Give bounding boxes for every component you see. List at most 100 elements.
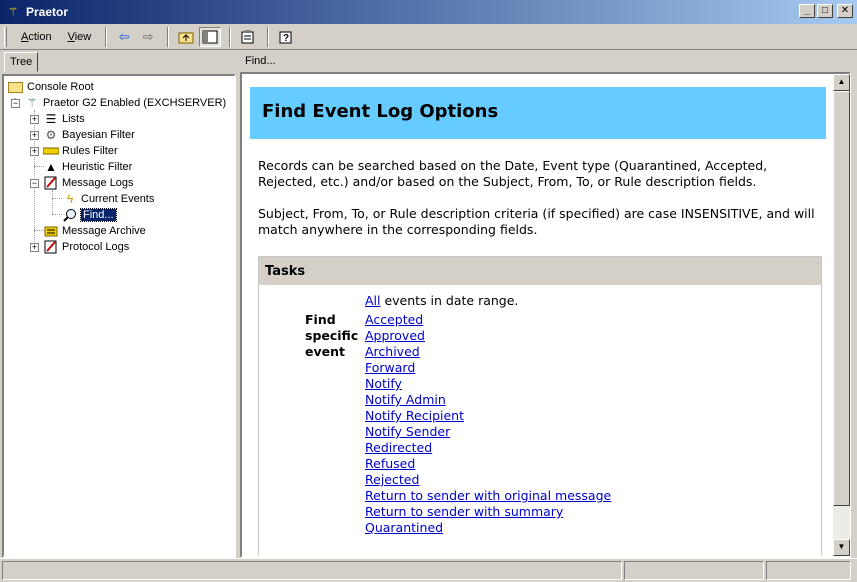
expand-icon[interactable]: + bbox=[30, 115, 39, 124]
scroll-thumb[interactable] bbox=[833, 91, 850, 506]
tree-item-rules-filter[interactable]: Rules Filter bbox=[43, 143, 118, 159]
status-cell bbox=[2, 561, 622, 580]
praetor-icon: ⚚ bbox=[26, 96, 38, 110]
tree-pane[interactable]: Console Root − ⚚ Praetor G2 Enabled (EXC… bbox=[2, 74, 236, 558]
toolbar-separator bbox=[167, 26, 170, 47]
window-title: Praetor bbox=[26, 5, 69, 19]
list-item: Notify Recipient bbox=[365, 408, 611, 424]
logs-icon bbox=[43, 176, 59, 190]
list-item: Quarantined bbox=[365, 520, 611, 536]
tree-item-label: Find... bbox=[80, 208, 117, 222]
tree-item-label: Message Logs bbox=[62, 177, 134, 189]
up-folder-icon[interactable] bbox=[175, 27, 197, 47]
menu-action[interactable]: Action bbox=[13, 28, 60, 46]
tree-line bbox=[52, 214, 62, 215]
content-pane: Find Event Log Options Records can be se… bbox=[240, 72, 851, 558]
show-hide-tree-icon[interactable] bbox=[199, 26, 222, 47]
list-item: Rejected bbox=[365, 472, 611, 488]
toolbar-separator bbox=[105, 26, 108, 47]
expand-icon[interactable]: + bbox=[30, 243, 39, 252]
status-bar bbox=[0, 558, 857, 582]
event-link-notify[interactable]: Notify bbox=[365, 376, 402, 391]
event-link-approved[interactable]: Approved bbox=[365, 328, 425, 343]
tree-item-label: Console Root bbox=[27, 81, 94, 93]
page-title: Find Event Log Options bbox=[262, 101, 499, 122]
all-events-link[interactable]: All bbox=[365, 293, 381, 308]
tree-item-bayesian-filter[interactable]: ⚙ Bayesian Filter bbox=[43, 127, 135, 143]
scroll-down-icon[interactable]: ▼ bbox=[833, 539, 850, 556]
tree-item-message-logs[interactable]: Message Logs bbox=[43, 175, 134, 191]
left-tabbar: Tree bbox=[0, 50, 236, 72]
event-link-refused[interactable]: Refused bbox=[365, 456, 415, 471]
event-link-notify-recipient[interactable]: Notify Recipient bbox=[365, 408, 464, 423]
event-link-rejected[interactable]: Rejected bbox=[365, 472, 419, 487]
folder-icon bbox=[8, 81, 23, 93]
description-paragraph-2: Subject, From, To, or Rule description c… bbox=[258, 206, 815, 237]
forward-arrow-icon[interactable]: ⇨ bbox=[137, 27, 159, 47]
collapse-icon[interactable]: − bbox=[30, 179, 39, 188]
event-link-notify-sender[interactable]: Notify Sender bbox=[365, 424, 450, 439]
tree-item-console-root[interactable]: Console Root bbox=[8, 79, 94, 95]
menu-view[interactable]: View bbox=[60, 28, 100, 46]
event-link-quarantined[interactable]: Quarantined bbox=[365, 520, 443, 535]
list-item: Archived bbox=[365, 344, 611, 360]
list-item: Forward bbox=[365, 360, 611, 376]
archive-icon bbox=[43, 224, 59, 238]
event-link-notify-admin[interactable]: Notify Admin bbox=[365, 392, 446, 407]
tree-item-heuristic-filter[interactable]: ▲ Heuristic Filter bbox=[43, 159, 132, 175]
vertical-scrollbar[interactable]: ▲ ▼ bbox=[833, 74, 850, 556]
heuristic-icon: ▲ bbox=[45, 160, 57, 174]
tree-item-label: Bayesian Filter bbox=[62, 129, 135, 141]
tree-item-label: Praetor G2 Enabled (EXCHSERVER) bbox=[43, 97, 227, 109]
expand-icon[interactable]: + bbox=[30, 147, 39, 156]
tree-item-label: Message Archive bbox=[62, 225, 146, 237]
close-button[interactable]: ✕ bbox=[837, 4, 853, 18]
back-arrow-icon[interactable]: ⇦ bbox=[113, 27, 135, 47]
properties-icon[interactable] bbox=[237, 27, 259, 47]
event-link-return-original[interactable]: Return to sender with original message bbox=[365, 488, 611, 503]
all-events-suffix: events in date range. bbox=[380, 293, 519, 308]
description-paragraph-1: Records can be searched based on the Dat… bbox=[258, 158, 768, 189]
tree-item-label: Lists bbox=[62, 113, 85, 125]
toolbar: Action View ⇦ ⇨ ? bbox=[0, 24, 857, 50]
all-events-line: All events in date range. bbox=[365, 293, 518, 308]
list-item: Redirected bbox=[365, 440, 611, 456]
scroll-up-icon[interactable]: ▲ bbox=[833, 74, 850, 91]
list-item: Return to sender with summary bbox=[365, 504, 611, 520]
toolbar-separator bbox=[267, 26, 270, 47]
tree-item-label: Current Events bbox=[81, 193, 155, 205]
tree-line bbox=[52, 198, 62, 199]
list-item: Refused bbox=[365, 456, 611, 472]
help-icon[interactable]: ? bbox=[275, 27, 297, 47]
minimize-button[interactable]: _ bbox=[799, 4, 815, 18]
praetor-app-icon: ⚚ bbox=[7, 5, 19, 19]
lightning-icon: ϟ bbox=[66, 192, 74, 206]
expand-icon[interactable]: + bbox=[30, 131, 39, 140]
tree-item-find[interactable]: Find... bbox=[62, 207, 117, 223]
event-link-accepted[interactable]: Accepted bbox=[365, 312, 423, 327]
event-link-archived[interactable]: Archived bbox=[365, 344, 420, 359]
list-item: Notify Sender bbox=[365, 424, 611, 440]
status-cell bbox=[624, 561, 764, 580]
banner: Find Event Log Options bbox=[250, 87, 826, 139]
collapse-icon[interactable]: − bbox=[11, 99, 20, 108]
list-item: Notify bbox=[365, 376, 611, 392]
tree-item-lists[interactable]: ☰ Lists bbox=[43, 111, 85, 127]
list-item: Return to sender with original message bbox=[365, 488, 611, 504]
list-item: Approved bbox=[365, 328, 611, 344]
find-specific-event-label: Find specific event bbox=[305, 312, 359, 359]
tab-tree[interactable]: Tree bbox=[4, 52, 38, 72]
event-link-return-summary[interactable]: Return to sender with summary bbox=[365, 504, 563, 519]
tree-item-current-events[interactable]: ϟ Current Events bbox=[62, 191, 155, 207]
toolbar-separator bbox=[229, 26, 232, 47]
bayesian-icon: ⚙ bbox=[45, 128, 57, 142]
maximize-button[interactable]: □ bbox=[817, 4, 833, 18]
rules-icon bbox=[43, 144, 59, 158]
tree-item-label: Heuristic Filter bbox=[62, 161, 133, 173]
tree-item-message-archive[interactable]: Message Archive bbox=[43, 223, 146, 239]
tree-item-praetor-server[interactable]: ⚚ Praetor G2 Enabled (EXCHSERVER) bbox=[24, 95, 227, 111]
event-link-forward[interactable]: Forward bbox=[365, 360, 415, 375]
event-link-redirected[interactable]: Redirected bbox=[365, 440, 432, 455]
protocol-logs-icon bbox=[43, 240, 59, 254]
tree-item-protocol-logs[interactable]: Protocol Logs bbox=[43, 239, 129, 255]
